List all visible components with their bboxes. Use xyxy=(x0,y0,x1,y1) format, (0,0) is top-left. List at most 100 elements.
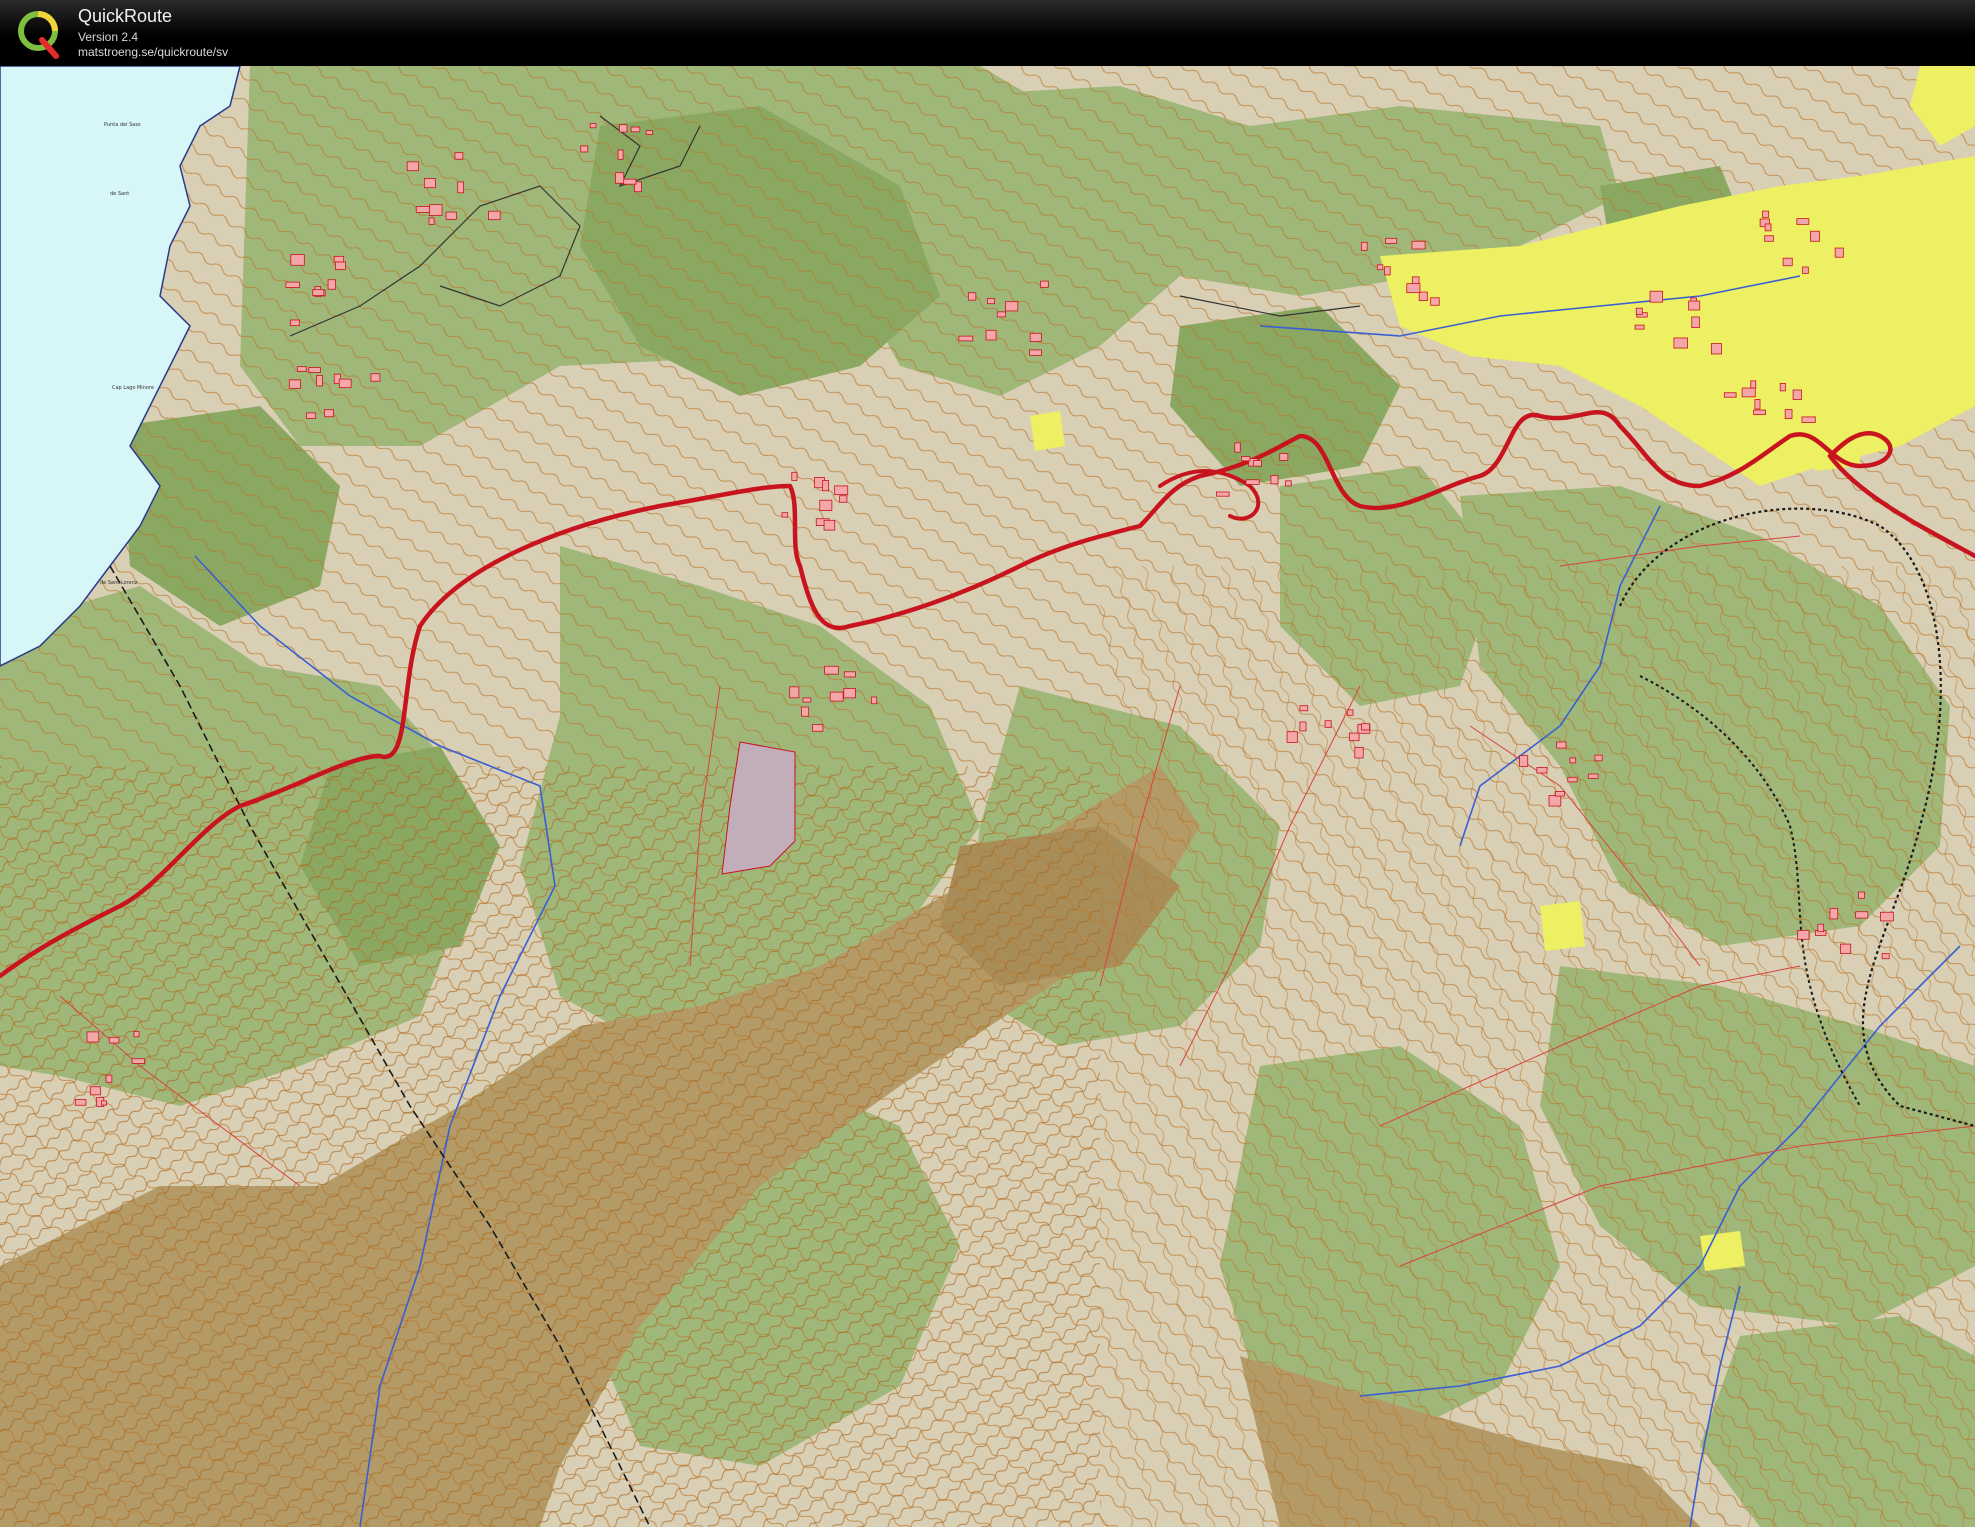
yellow-field xyxy=(1540,901,1585,951)
building xyxy=(645,130,654,135)
building xyxy=(333,255,345,263)
building xyxy=(457,181,464,194)
building xyxy=(1634,324,1645,330)
building xyxy=(1536,767,1548,774)
building xyxy=(630,126,641,133)
building xyxy=(423,178,436,189)
quickroute-window: QuickRoute Version 2.4 matstroeng.se/qui… xyxy=(0,0,1975,1527)
building xyxy=(1299,721,1307,732)
building xyxy=(1587,773,1599,779)
building xyxy=(801,706,810,717)
building xyxy=(1673,337,1688,349)
building xyxy=(1782,257,1793,267)
building xyxy=(488,210,501,221)
building xyxy=(1384,266,1391,276)
building xyxy=(589,123,597,129)
building xyxy=(296,366,307,372)
building xyxy=(285,281,300,288)
building xyxy=(1556,741,1567,749)
building xyxy=(428,217,435,225)
building xyxy=(370,373,381,382)
building xyxy=(1216,491,1230,497)
building xyxy=(445,211,457,220)
building xyxy=(1252,460,1262,467)
building xyxy=(1354,746,1364,759)
building xyxy=(1361,723,1370,731)
building xyxy=(1754,399,1761,410)
building xyxy=(1761,210,1770,218)
building xyxy=(843,671,856,678)
building xyxy=(1753,409,1766,416)
building xyxy=(829,691,844,702)
building xyxy=(967,292,977,301)
building xyxy=(1792,389,1802,400)
building xyxy=(781,512,789,518)
building xyxy=(1880,911,1894,922)
building xyxy=(312,289,325,296)
building xyxy=(1418,291,1428,302)
orienteering-map[interactable]: Punta dei Sass de Sant Cap Lago Minore d… xyxy=(0,66,1975,1527)
building xyxy=(1691,316,1700,328)
building xyxy=(133,1031,140,1038)
building xyxy=(1764,223,1772,232)
map-place-label-3: Cap Lago Minore xyxy=(112,385,154,391)
building xyxy=(819,499,833,511)
building xyxy=(1567,776,1578,783)
building xyxy=(428,204,443,216)
building xyxy=(802,697,812,703)
building xyxy=(406,161,419,172)
building xyxy=(338,378,352,389)
building xyxy=(1348,732,1360,742)
building xyxy=(316,375,323,387)
app-url[interactable]: matstroeng.se/quickroute/sv xyxy=(78,45,228,59)
building xyxy=(1829,908,1839,920)
building xyxy=(824,665,839,675)
building xyxy=(617,149,624,160)
building xyxy=(1594,754,1603,762)
yellow-field xyxy=(1030,411,1065,451)
building xyxy=(335,261,346,270)
building xyxy=(327,279,337,290)
building xyxy=(1796,218,1810,225)
building xyxy=(996,311,1007,318)
building xyxy=(1688,300,1701,311)
building xyxy=(1279,453,1289,461)
building xyxy=(619,124,628,133)
building xyxy=(1569,757,1577,764)
building xyxy=(839,495,848,503)
building xyxy=(1548,795,1562,807)
map-place-label-1: Punta dei Sass xyxy=(104,122,141,128)
building xyxy=(1635,307,1643,315)
building xyxy=(306,412,317,419)
building xyxy=(105,1074,113,1083)
building xyxy=(1881,953,1890,960)
building xyxy=(1741,387,1756,398)
app-title: QuickRoute xyxy=(78,6,173,26)
building xyxy=(580,145,589,153)
building xyxy=(1430,297,1440,306)
building xyxy=(1270,475,1279,485)
building xyxy=(131,1058,145,1064)
building xyxy=(1750,380,1757,389)
building xyxy=(822,480,830,492)
building xyxy=(1029,349,1042,356)
building xyxy=(985,329,997,341)
building xyxy=(1406,283,1421,294)
building xyxy=(1779,382,1786,392)
building xyxy=(324,409,334,418)
building xyxy=(1764,235,1774,242)
building xyxy=(1040,280,1049,288)
building xyxy=(415,206,430,213)
building xyxy=(789,686,800,699)
building xyxy=(1797,930,1810,940)
building xyxy=(101,1100,108,1106)
map-canvas[interactable]: Punta dei Sass de Sant Cap Lago Minore d… xyxy=(0,66,1975,1527)
building xyxy=(1858,891,1865,899)
building xyxy=(615,172,625,184)
building xyxy=(1834,247,1844,258)
title-bar: QuickRoute Version 2.4 matstroeng.se/qui… xyxy=(0,0,1975,66)
building xyxy=(289,319,300,327)
building xyxy=(1784,409,1793,420)
building xyxy=(74,1099,87,1106)
building xyxy=(823,519,836,531)
